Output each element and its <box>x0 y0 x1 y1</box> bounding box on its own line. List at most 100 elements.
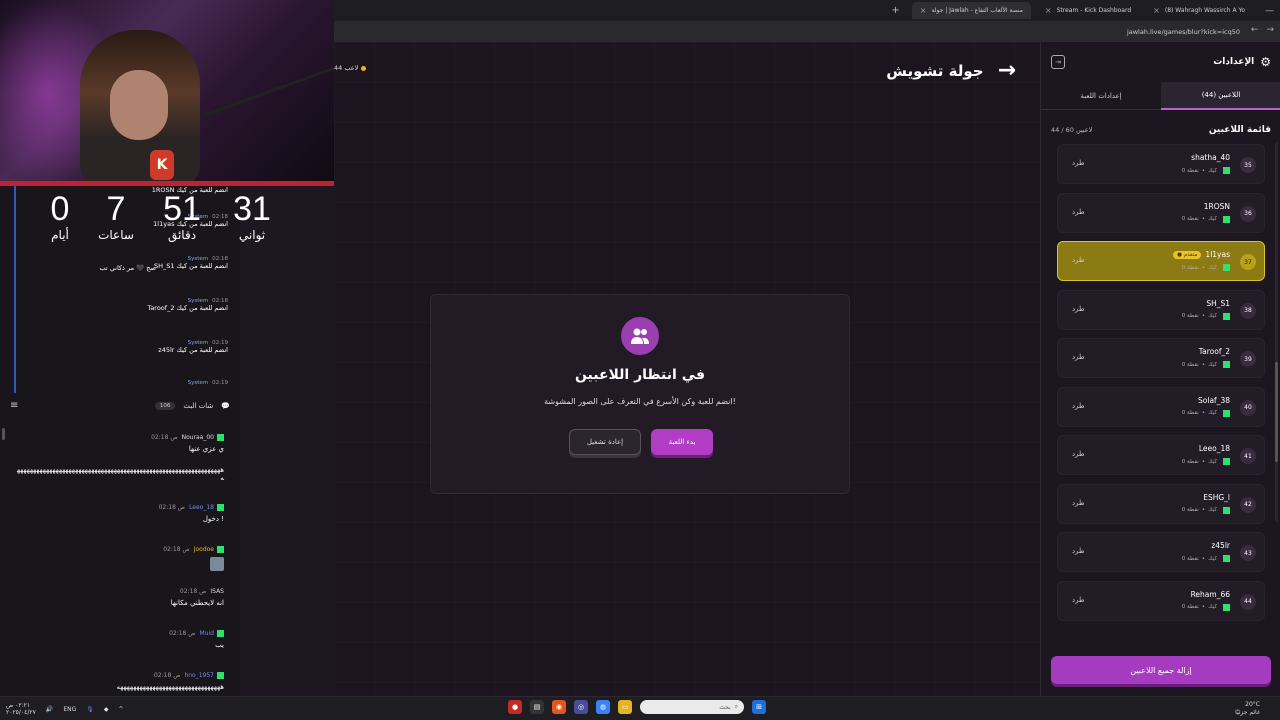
taskbar-search[interactable]: بحث ⌕ <box>640 700 744 714</box>
tab-label: جولة | Jawlah - منصة الألعاب التفاع <box>931 7 1023 14</box>
start-game-button[interactable]: بدء اللعبة <box>651 429 713 455</box>
clock[interactable]: ٠٢:٢١ ص ٢٠٢٥/٠٤/٢٧ <box>6 702 36 716</box>
folder-icon[interactable]: ▭ <box>618 700 632 714</box>
minimize-icon[interactable]: — <box>1265 6 1274 16</box>
kick-badge-icon <box>1223 555 1230 562</box>
player-name: SH_S1 <box>1206 298 1230 308</box>
chat-username[interactable]: Leeo_18 <box>189 504 214 511</box>
search-icon: ⌕ <box>734 703 738 710</box>
browser-tab-kick[interactable]: × Stream - Kick Dashboard <box>1037 2 1139 19</box>
kick-player-button[interactable]: طرد <box>1072 305 1085 313</box>
kick-player-button[interactable]: طرد <box>1072 547 1085 555</box>
kick-badge-icon <box>1223 312 1230 320</box>
event-item: System 02:19 <box>14 380 228 386</box>
mic-icon[interactable]: 🎙 <box>86 706 94 713</box>
players-list-scrollbar[interactable] <box>1275 142 1278 522</box>
scrollbar-thumb[interactable] <box>1275 362 1278 462</box>
countdown-hours: 7 ساعات <box>98 190 134 242</box>
kick-badge-icon <box>1223 506 1230 514</box>
app-icon-obs[interactable]: ◎ <box>574 700 588 714</box>
kick-player-button[interactable]: طرد <box>1072 499 1085 507</box>
player-name: z45lr <box>1211 541 1230 550</box>
sound-icon[interactable]: 🔊 <box>46 706 53 713</box>
gear-icon: ⚙ <box>1260 55 1271 69</box>
close-icon[interactable]: × <box>920 6 927 15</box>
chat-username[interactable]: Joodoe <box>194 546 214 553</box>
weather-widget[interactable]: 20°C غائم جزئيًا <box>1235 701 1260 717</box>
app-icon-terminal[interactable]: ▤ <box>530 700 544 714</box>
kick-player-button[interactable]: طرد <box>1072 208 1085 216</box>
forward-icon[interactable]: → <box>1266 25 1274 35</box>
kick-player-button[interactable]: طرد <box>1072 256 1085 264</box>
system-tray: ٠٢:٢١ ص ٢٠٢٥/٠٤/٢٧ 🔊 ENG 🎙 ◆ ^ <box>6 702 124 716</box>
chat-text: ي عزي عنها <box>188 445 224 453</box>
address-bar[interactable]: jawlah.live/games/blur?kick=icq50 ← → <box>334 21 1280 42</box>
kick-player-button[interactable]: طرد <box>1072 353 1085 361</box>
app-icon-firefox[interactable]: ◉ <box>552 700 566 714</box>
restart-button[interactable]: إعادة تشغيل <box>569 429 641 455</box>
app-icon-record[interactable]: ● <box>508 700 522 714</box>
page-title: جولة تشويش <box>886 61 984 80</box>
settings-panel: ⇥ الإعدادات ⚙ إعدادات اللعبة اللاعبين (4… <box>1040 42 1280 696</box>
streamer-face <box>110 70 168 140</box>
event-time: 02:19 <box>212 380 228 386</box>
chat-title: شات البث <box>183 402 214 410</box>
browser-tab-youtube[interactable]: × (8) Wahragh Wassirch A Yo <box>1145 2 1253 19</box>
remove-all-players-button[interactable]: إزالة جميع اللاعبين <box>1051 656 1271 684</box>
language-indicator[interactable]: ENG <box>63 706 76 713</box>
taskbar: ٠٢:٢١ ص ٢٠٢٥/٠٤/٢٧ 🔊 ENG 🎙 ◆ ^ ● ▤ ◉ ◎ ◍ … <box>0 696 1280 720</box>
back-icon[interactable]: ← <box>1251 25 1259 35</box>
player-number: 38 <box>1240 302 1256 319</box>
kick-player-button[interactable]: طرد <box>1072 596 1085 604</box>
chat-username[interactable]: Muid <box>200 630 214 637</box>
close-icon[interactable]: × <box>1153 6 1160 15</box>
app-icon-chrome[interactable]: ◍ <box>596 700 610 714</box>
tab-players[interactable]: اللاعبين (44) <box>1161 82 1280 110</box>
countdown-timer: 31 ثواني 51 دقائق 7 ساعات 0 أيام <box>30 186 280 246</box>
menu-icon[interactable]: ≡ <box>10 400 18 411</box>
player-number: 41 <box>1240 448 1256 464</box>
microphone-icon: K <box>150 150 174 180</box>
chat-username[interactable]: Nouraa_00 <box>182 434 214 441</box>
window-controls: — <box>1265 6 1274 16</box>
tab-game-settings[interactable]: إعدادات اللعبة <box>1041 82 1161 110</box>
event-item: System 02:19 z45lr انضم للعبة من كيك <box>14 340 228 354</box>
status-dot-icon <box>361 65 367 71</box>
player-number: 35 <box>1240 157 1256 173</box>
close-icon[interactable]: × <box>1045 6 1052 15</box>
kick-player-button[interactable]: طرد <box>1072 402 1085 410</box>
player-meta: 0 نقطة • كيك <box>1182 409 1230 417</box>
kick-player-button[interactable]: طرد <box>1072 159 1085 167</box>
player-row: 44 Reham_66 0 نقطة • كيك طرد <box>1057 580 1265 621</box>
arrow-right-icon[interactable]: → <box>998 58 1016 83</box>
game-area: 44 لاعب جولة تشويش → في انتظار اللاعبين … <box>334 42 1040 696</box>
browser-tab-jawlah[interactable]: × جولة | Jawlah - منصة الألعاب التفاع <box>911 2 1031 19</box>
chat-messages: 02:18 ص Nouraa_00 ي عزي عنها هههههههههههه… <box>0 426 240 696</box>
chat-username[interactable]: hno_1957 <box>184 672 214 679</box>
chat-message: 02:18 ص Muid يب <box>14 630 224 649</box>
player-meta: 0 نقطة • كيك <box>1182 361 1230 368</box>
player-name: Solaf_38 <box>1198 395 1230 405</box>
player-row: 42 ESHG_l 0 نقطة • كيك طرد <box>1057 483 1265 524</box>
event-item: System 02:18 Taroof_2 انضم للعبة من كيك <box>14 298 228 312</box>
chevron-up-icon[interactable]: ^ <box>119 706 124 713</box>
player-number: 44 <box>1240 593 1256 610</box>
emote-image <box>210 557 224 571</box>
settings-tabs: إعدادات اللعبة اللاعبين (44) <box>1041 82 1280 110</box>
windows-start-icon[interactable]: ⊞ <box>752 700 766 714</box>
chat-username[interactable]: ISAS <box>210 588 224 595</box>
nav-buttons: ← → <box>1251 25 1274 35</box>
kick-badge-icon <box>217 504 224 511</box>
settings-title: الإعدادات <box>1213 57 1255 67</box>
wifi-icon[interactable]: ◆ <box>104 706 109 713</box>
new-tab-button[interactable]: + <box>891 5 899 16</box>
chat-message: 02:18 ص ISAS انه لايحطني مكانها <box>14 588 224 607</box>
chat-viewer-count: 106 <box>154 402 176 410</box>
chat-text: دخول ! <box>202 515 224 523</box>
kick-player-button[interactable]: طرد <box>1072 450 1085 458</box>
chat-message: 02:18 ص Leeo_18 دخول ! <box>14 504 224 523</box>
leading-badge: ● متقدم <box>1173 250 1202 259</box>
players-indicator-text: 44 لاعب <box>334 64 359 72</box>
kick-badge-icon <box>1223 264 1230 271</box>
player-row: 40 Solaf_38 0 نقطة • كيك طرد <box>1057 386 1265 427</box>
